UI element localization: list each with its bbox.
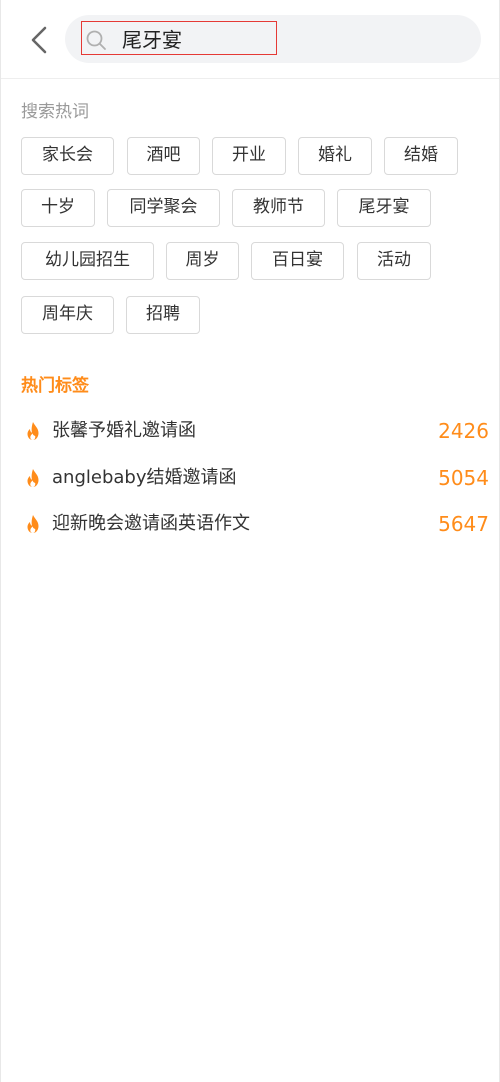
search-header — [1, 0, 499, 79]
hot-word-chip[interactable]: 招聘 — [126, 296, 200, 334]
hot-word-chip[interactable]: 周岁 — [166, 242, 239, 280]
hot-word-chip[interactable]: 同学聚会 — [107, 189, 220, 227]
hot-word-chip[interactable]: 活动 — [357, 242, 431, 280]
search-input[interactable] — [81, 21, 277, 55]
hot-word-chip[interactable]: 百日宴 — [251, 242, 344, 280]
hot-tag-row[interactable]: 迎新晚会邀请函英语作文 5647 — [21, 509, 489, 539]
hot-tag-count: 5054 — [438, 466, 489, 490]
search-icon — [86, 30, 106, 50]
fire-icon — [27, 469, 39, 487]
fire-icon — [27, 422, 39, 440]
hot-word-chip[interactable]: 尾牙宴 — [337, 189, 431, 227]
hot-word-chip[interactable]: 开业 — [212, 137, 286, 175]
hot-word-chip[interactable]: 结婚 — [384, 137, 458, 175]
hot-word-chip[interactable]: 家长会 — [21, 137, 114, 175]
search-bar[interactable] — [65, 15, 481, 63]
hot-tag-count: 2426 — [438, 419, 489, 443]
hot-word-chip[interactable]: 酒吧 — [127, 137, 200, 175]
hot-word-chip[interactable]: 婚礼 — [298, 137, 372, 175]
hot-tag-label: anglebaby结婚邀请函 — [52, 467, 237, 488]
hot-word-chip[interactable]: 十岁 — [21, 189, 95, 227]
search-page: 搜索热词 家长会 酒吧 开业 婚礼 结婚 十岁 同学聚会 教师节 尾牙宴 幼儿园… — [0, 0, 500, 1082]
back-button[interactable] — [23, 20, 59, 60]
hot-words-title: 搜索热词 — [21, 102, 89, 122]
hot-word-chip[interactable]: 幼儿园招生 — [21, 242, 154, 280]
hot-tag-count: 5647 — [438, 512, 489, 536]
hot-tag-label: 迎新晚会邀请函英语作文 — [52, 513, 250, 534]
hot-tag-label: 张馨予婚礼邀请函 — [52, 420, 196, 441]
hot-tags-title: 热门标签 — [21, 376, 89, 396]
hot-word-chip[interactable]: 教师节 — [232, 189, 325, 227]
hot-word-chip[interactable]: 周年庆 — [21, 296, 114, 334]
fire-icon — [27, 515, 39, 533]
hot-tag-row[interactable]: anglebaby结婚邀请函 5054 — [21, 463, 489, 493]
hot-tag-row[interactable]: 张馨予婚礼邀请函 2426 — [21, 416, 489, 446]
chevron-left-icon — [31, 26, 47, 54]
